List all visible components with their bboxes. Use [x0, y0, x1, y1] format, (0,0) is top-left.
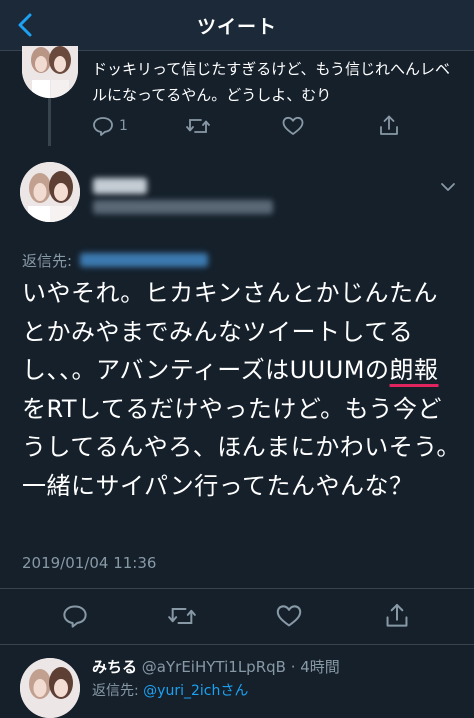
- chevron-down-icon: [441, 183, 455, 191]
- share-button[interactable]: [378, 114, 400, 136]
- author-handle-blurred: [93, 200, 273, 214]
- tweet-text-part: いやそれ。ヒカキンさんとかじんたんとかみやまでみんなツイートしてるし、、。アバン…: [22, 279, 439, 384]
- avatar[interactable]: [20, 162, 80, 222]
- like-icon: [276, 605, 302, 627]
- share-icon: [386, 603, 408, 627]
- retweet-button[interactable]: [168, 604, 196, 628]
- author-name-blurred: [93, 178, 147, 194]
- tweet-text-underlined: 朗報: [389, 356, 439, 384]
- page-title: ツイート: [196, 16, 277, 38]
- reply-icon: [63, 605, 87, 628]
- divider: [0, 644, 474, 645]
- reply-button[interactable]: [62, 604, 88, 628]
- tweet-text: いやそれ。ヒカキンさんとかじんたんとかみやまでみんなツイートしてるし、、。アバン…: [22, 274, 462, 505]
- tweet-text-part: をRTしてるだけやったけど。もう今どうしてるんやろ、ほんまにかわいそう。一緒にサ…: [22, 394, 461, 500]
- tweet-timestamp: 2019/01/04 11:36: [22, 554, 157, 572]
- reply-to-label: 返信先:: [92, 683, 139, 699]
- retweet-button[interactable]: [186, 116, 210, 136]
- reply-author-line: みちる @aYrEiHYTi1LpRqB · 4時間: [92, 656, 340, 677]
- share-icon: [380, 115, 398, 135]
- avatar[interactable]: [22, 46, 78, 98]
- tweet-menu-button[interactable]: [440, 178, 456, 197]
- reply-icon: [93, 117, 113, 136]
- share-button[interactable]: [384, 602, 410, 628]
- top-bar: ツイート: [0, 0, 474, 51]
- reply-to-handle[interactable]: @yuri_2ichさん: [143, 683, 248, 699]
- reply-handle-time: @aYrEiHYTi1LpRqB · 4時間: [141, 658, 340, 676]
- like-button[interactable]: [282, 116, 304, 136]
- reply-count: 1: [119, 118, 128, 134]
- like-button[interactable]: [276, 604, 302, 628]
- reply-button[interactable]: 1: [92, 116, 128, 136]
- reply-author-name[interactable]: みちる: [92, 658, 137, 676]
- like-icon: [282, 116, 304, 135]
- tweet-text: ドッキリって信じたすぎるけど、もう信じれへんレベルになってるやん。どうしよ、むり: [92, 60, 451, 104]
- divider: [0, 588, 474, 589]
- reply-to-line: 返信先: @yuri_2ichさん: [92, 680, 248, 700]
- reply-to-handle-blurred[interactable]: [80, 253, 208, 267]
- retweet-icon: [186, 119, 210, 133]
- thread-connector: [48, 98, 51, 146]
- reply-to-label: 返信先:: [22, 252, 73, 270]
- retweet-icon: [168, 608, 196, 624]
- avatar[interactable]: [20, 658, 80, 718]
